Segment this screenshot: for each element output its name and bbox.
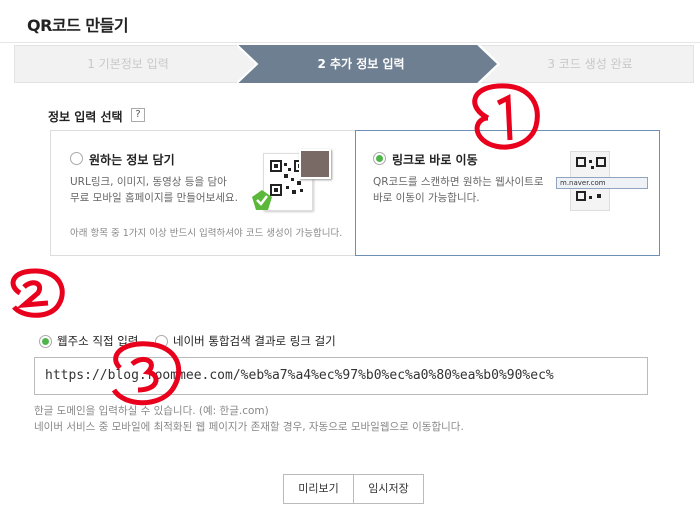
hint-korean-domain: 한글 도메인을 입력하실 수 있습니다. (예: 한글.com) — [34, 405, 269, 417]
option-direct-link-desc-line1: QR코드를 스캔하면 원하는 웹사이트로 — [373, 176, 544, 188]
hint-mobile-redirect: 네이버 서비스 중 모바일에 최적화된 웹 페이지가 존재할 경우, 자동으로 … — [34, 421, 464, 433]
radio-naver-search[interactable] — [155, 335, 168, 348]
page-title: QR코드 만들기 — [27, 16, 129, 35]
annotation-circle-2-icon — [10, 268, 65, 318]
radio-custom-info[interactable] — [70, 152, 83, 165]
info-select-label: 정보 입력 선택 — [48, 110, 123, 124]
option-direct-link-desc: QR코드를 스캔하면 원하는 웹사이트로 바로 이동이 가능합니다. — [373, 174, 563, 206]
radio-direct-link[interactable] — [373, 152, 386, 165]
option-direct-link[interactable]: 링크로 바로 이동 QR코드를 스캔하면 원하는 웹사이트로 바로 이동이 가능… — [355, 130, 660, 256]
step-progress-bar: 1 기본정보 입력 2 추가 정보 입력 3 코드 생성 완료 — [14, 45, 694, 83]
option-custom-info-desc-line2: 무료 모바일 홈페이지를 만들어보세요. — [70, 192, 238, 204]
option-custom-info-note: 아래 항목 중 1가지 이상 반드시 입력하셔야 코드 생성이 가능합니다. — [70, 228, 343, 239]
naver-search-label[interactable]: 네이버 통합검색 결과로 링크 걸기 — [173, 333, 336, 349]
radio-direct-url[interactable] — [39, 335, 52, 348]
direct-url-label[interactable]: 웹주소 직접 입력 — [57, 333, 138, 349]
option-direct-link-desc-line2: 바로 이동이 가능합니다. — [373, 192, 480, 204]
option-custom-info-desc-line1: URL링크, 이미지, 동영상 등을 담아 — [70, 176, 227, 188]
url-input[interactable]: https://blog.roommee.com/%eb%a7%a4%ec%97… — [34, 357, 648, 395]
option-custom-info-title: 원하는 정보 담기 — [89, 153, 175, 167]
title-divider — [0, 42, 700, 43]
photo-thumbnail-icon — [299, 149, 331, 179]
step-2: 2 추가 정보 입력 — [317, 57, 405, 71]
help-icon[interactable]: ? — [131, 108, 145, 122]
url-bar-sample: m.naver.com — [556, 177, 648, 189]
check-badge-icon — [252, 190, 272, 210]
step-1: 1 기본정보 입력 — [87, 57, 169, 71]
option-custom-info[interactable]: 원하는 정보 담기 URL링크, 이미지, 동영상 등을 담아 무료 모바일 홈… — [50, 130, 356, 256]
step-3: 3 코드 생성 완료 — [547, 57, 633, 71]
preview-button[interactable]: 미리보기 — [283, 474, 354, 504]
temp-save-button[interactable]: 임시저장 — [353, 474, 424, 504]
option-custom-info-desc: URL링크, 이미지, 동영상 등을 담아 무료 모바일 홈페이지를 만들어보세… — [70, 174, 260, 206]
option-direct-link-title: 링크로 바로 이동 — [392, 153, 478, 167]
